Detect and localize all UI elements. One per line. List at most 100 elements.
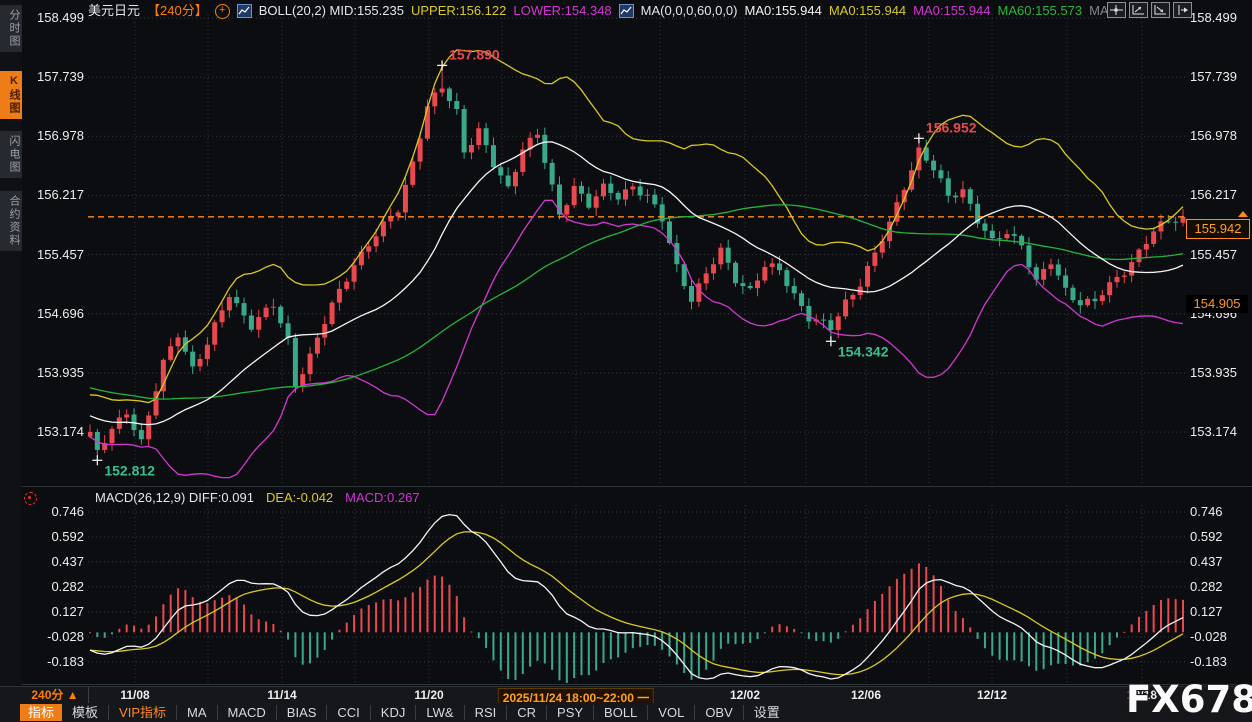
sidebar-tab-3[interactable]: 合约资料	[0, 191, 22, 251]
price-chart-canvas[interactable]: 157.890 156.952 154.342 152.812	[0, 0, 1252, 722]
macd-y-label-left: 0.282	[26, 579, 84, 594]
legend-text: MA0:155.944	[744, 3, 821, 19]
main-y-label-left: 154.696	[26, 306, 84, 321]
crosshair-icon[interactable]	[1107, 2, 1126, 18]
macd-y-label-left: 0.127	[26, 604, 84, 619]
toolbar-item[interactable]: VOL	[648, 705, 695, 720]
watermark: FX678	[1126, 678, 1252, 721]
macd-header-legend: MACD(26,12,9) DIFF:0.091 DEA:-0.042 MACD:0…	[95, 490, 420, 506]
indicator-record-icon	[24, 492, 37, 505]
chart-header-legend: 美元日元【240分】 + BOLL(20,2) MID:155.235 UPPER:1…	[88, 3, 1119, 19]
zoom-axis-in-icon[interactable]	[1129, 2, 1148, 18]
macd-plot	[89, 515, 1184, 683]
macd-y-label-left: -0.028	[26, 629, 84, 644]
main-y-label-right: 155.457	[1190, 247, 1248, 262]
chart-tools	[1107, 2, 1192, 18]
interval-arrow-icon: ▲	[67, 688, 79, 702]
main-y-label-left: 156.978	[26, 128, 84, 143]
pane-divider	[22, 486, 1252, 487]
toolbar-item[interactable]: MA	[177, 705, 218, 720]
main-y-label-left: 153.935	[26, 365, 84, 380]
x-tick: 11/14	[267, 688, 296, 702]
legend-text: UPPER:156.122	[411, 3, 506, 19]
macd-y-label-left: 0.746	[26, 504, 84, 519]
main-y-label-left: 155.457	[26, 247, 84, 262]
boll-ma-lines	[90, 50, 1183, 478]
mini-chart-icon[interactable]	[237, 4, 252, 18]
main-y-label-left: 153.174	[26, 424, 84, 439]
candles	[88, 65, 1186, 460]
macd-y-label-right: 0.746	[1190, 504, 1248, 519]
current-price-box: 155.942	[1186, 219, 1250, 239]
x-tick: 11/20	[414, 688, 443, 702]
price-annotation-label: 156.952	[926, 119, 977, 135]
zoom-axis-out-icon[interactable]	[1151, 2, 1170, 18]
price-annotation-label: 152.812	[104, 462, 155, 478]
legend-text: BOLL(20,2) MID:155.235	[259, 3, 404, 19]
macd-y-label-right: -0.028	[1190, 629, 1248, 644]
toolbar-item[interactable]: BIAS	[277, 705, 328, 720]
sidebar-tab-1[interactable]: K线图	[0, 71, 22, 119]
legend-text: DEA:-0.042	[266, 490, 333, 506]
price-annotations: 157.890 156.952 154.342 152.812	[92, 46, 976, 478]
toolbar-item[interactable]: OBV	[695, 705, 743, 720]
interval-selector[interactable]: 240分 ▲	[22, 687, 89, 703]
pane-divider-bottom	[22, 684, 1252, 685]
macd-y-label-left: 0.592	[26, 529, 84, 544]
pan-right-icon[interactable]	[1173, 2, 1192, 18]
toolbar-item[interactable]: CCI	[327, 705, 370, 720]
x-tick: 11/08	[120, 688, 149, 702]
main-y-label-right: 158.499	[1190, 10, 1248, 25]
toolbar-item[interactable]: PSY	[547, 705, 594, 720]
secondary-price-box: 154.905	[1186, 295, 1248, 313]
price-annotation-label: 154.342	[838, 343, 889, 359]
price-up-arrow-icon	[1238, 211, 1248, 217]
x-axis-row: 240分 ▲ 11/0811/1411/202025/11/24 18:00~2…	[0, 686, 1252, 704]
macd-y-label-right: 0.127	[1190, 604, 1248, 619]
legend-text: MACD(26,12,9) DIFF:0.091	[95, 490, 254, 506]
interval-label: 240分	[31, 688, 63, 702]
macd-y-label-right: 0.592	[1190, 529, 1248, 544]
sidebar-tab-2[interactable]: 闪电图	[0, 131, 22, 178]
legend-text: 【240分】	[147, 3, 208, 19]
main-y-label-left: 157.739	[26, 69, 84, 84]
legend-text: 美元日元	[88, 3, 140, 19]
toolbar-item[interactable]: 模板	[62, 705, 109, 720]
macd-y-label-right: -0.183	[1190, 654, 1248, 669]
toolbar-item[interactable]: RSI	[465, 705, 508, 720]
toolbar-item[interactable]: LW&	[416, 705, 464, 720]
main-y-label-right: 157.739	[1190, 69, 1248, 84]
macd-y-label-right: 0.282	[1190, 579, 1248, 594]
x-tick: 12/02	[730, 688, 760, 702]
trading-app-window: 157.890 156.952 154.342 152.812 分时图 K线图闪电图合约…	[0, 0, 1252, 722]
legend-text: MA0:155.944	[829, 3, 906, 19]
main-y-label-right: 156.978	[1190, 128, 1248, 143]
toolbar-item[interactable]: VIP指标	[109, 705, 177, 720]
macd-y-label-right: 0.437	[1190, 554, 1248, 569]
main-y-label-right: 153.174	[1190, 424, 1248, 439]
legend-text: LOWER:154.348	[513, 3, 611, 19]
toolbar-item[interactable]: CR	[507, 705, 547, 720]
price-annotation-label: 157.890	[449, 46, 500, 62]
main-y-label-right: 156.217	[1190, 187, 1248, 202]
main-y-label-left: 156.217	[26, 187, 84, 202]
toolbar-item[interactable]: 指标	[20, 704, 62, 721]
toolbar-item[interactable]: MACD	[218, 705, 277, 720]
plus-circle-icon[interactable]: +	[215, 4, 230, 19]
legend-text: MA60:155.573	[998, 3, 1083, 19]
x-tick: 12/06	[851, 688, 881, 702]
x-tick: 12/12	[977, 688, 1007, 702]
main-y-label-right: 153.935	[1190, 365, 1248, 380]
sidebar-tab-0[interactable]: 分时图	[0, 5, 22, 52]
macd-y-label-left: -0.183	[26, 654, 84, 669]
toolbar-item[interactable]: BOLL	[594, 705, 648, 720]
mini-chart-icon[interactable]	[619, 4, 634, 18]
legend-text: MACD:0.267	[345, 490, 419, 506]
toolbar-item[interactable]: 设置	[744, 705, 790, 720]
toolbar-item[interactable]: KDJ	[371, 705, 417, 720]
left-sidebar: 分时图 K线图闪电图合约资料	[0, 0, 22, 686]
main-y-label-left: 158.499	[26, 10, 84, 25]
indicator-toolbar: 指标模板VIP指标MAMACDBIASCCIKDJLW&RSICRPSYBOLL…	[0, 703, 1252, 722]
legend-text: MA(0,0,0,60,0,0)	[641, 3, 738, 19]
legend-text: MA0:155.944	[913, 3, 990, 19]
